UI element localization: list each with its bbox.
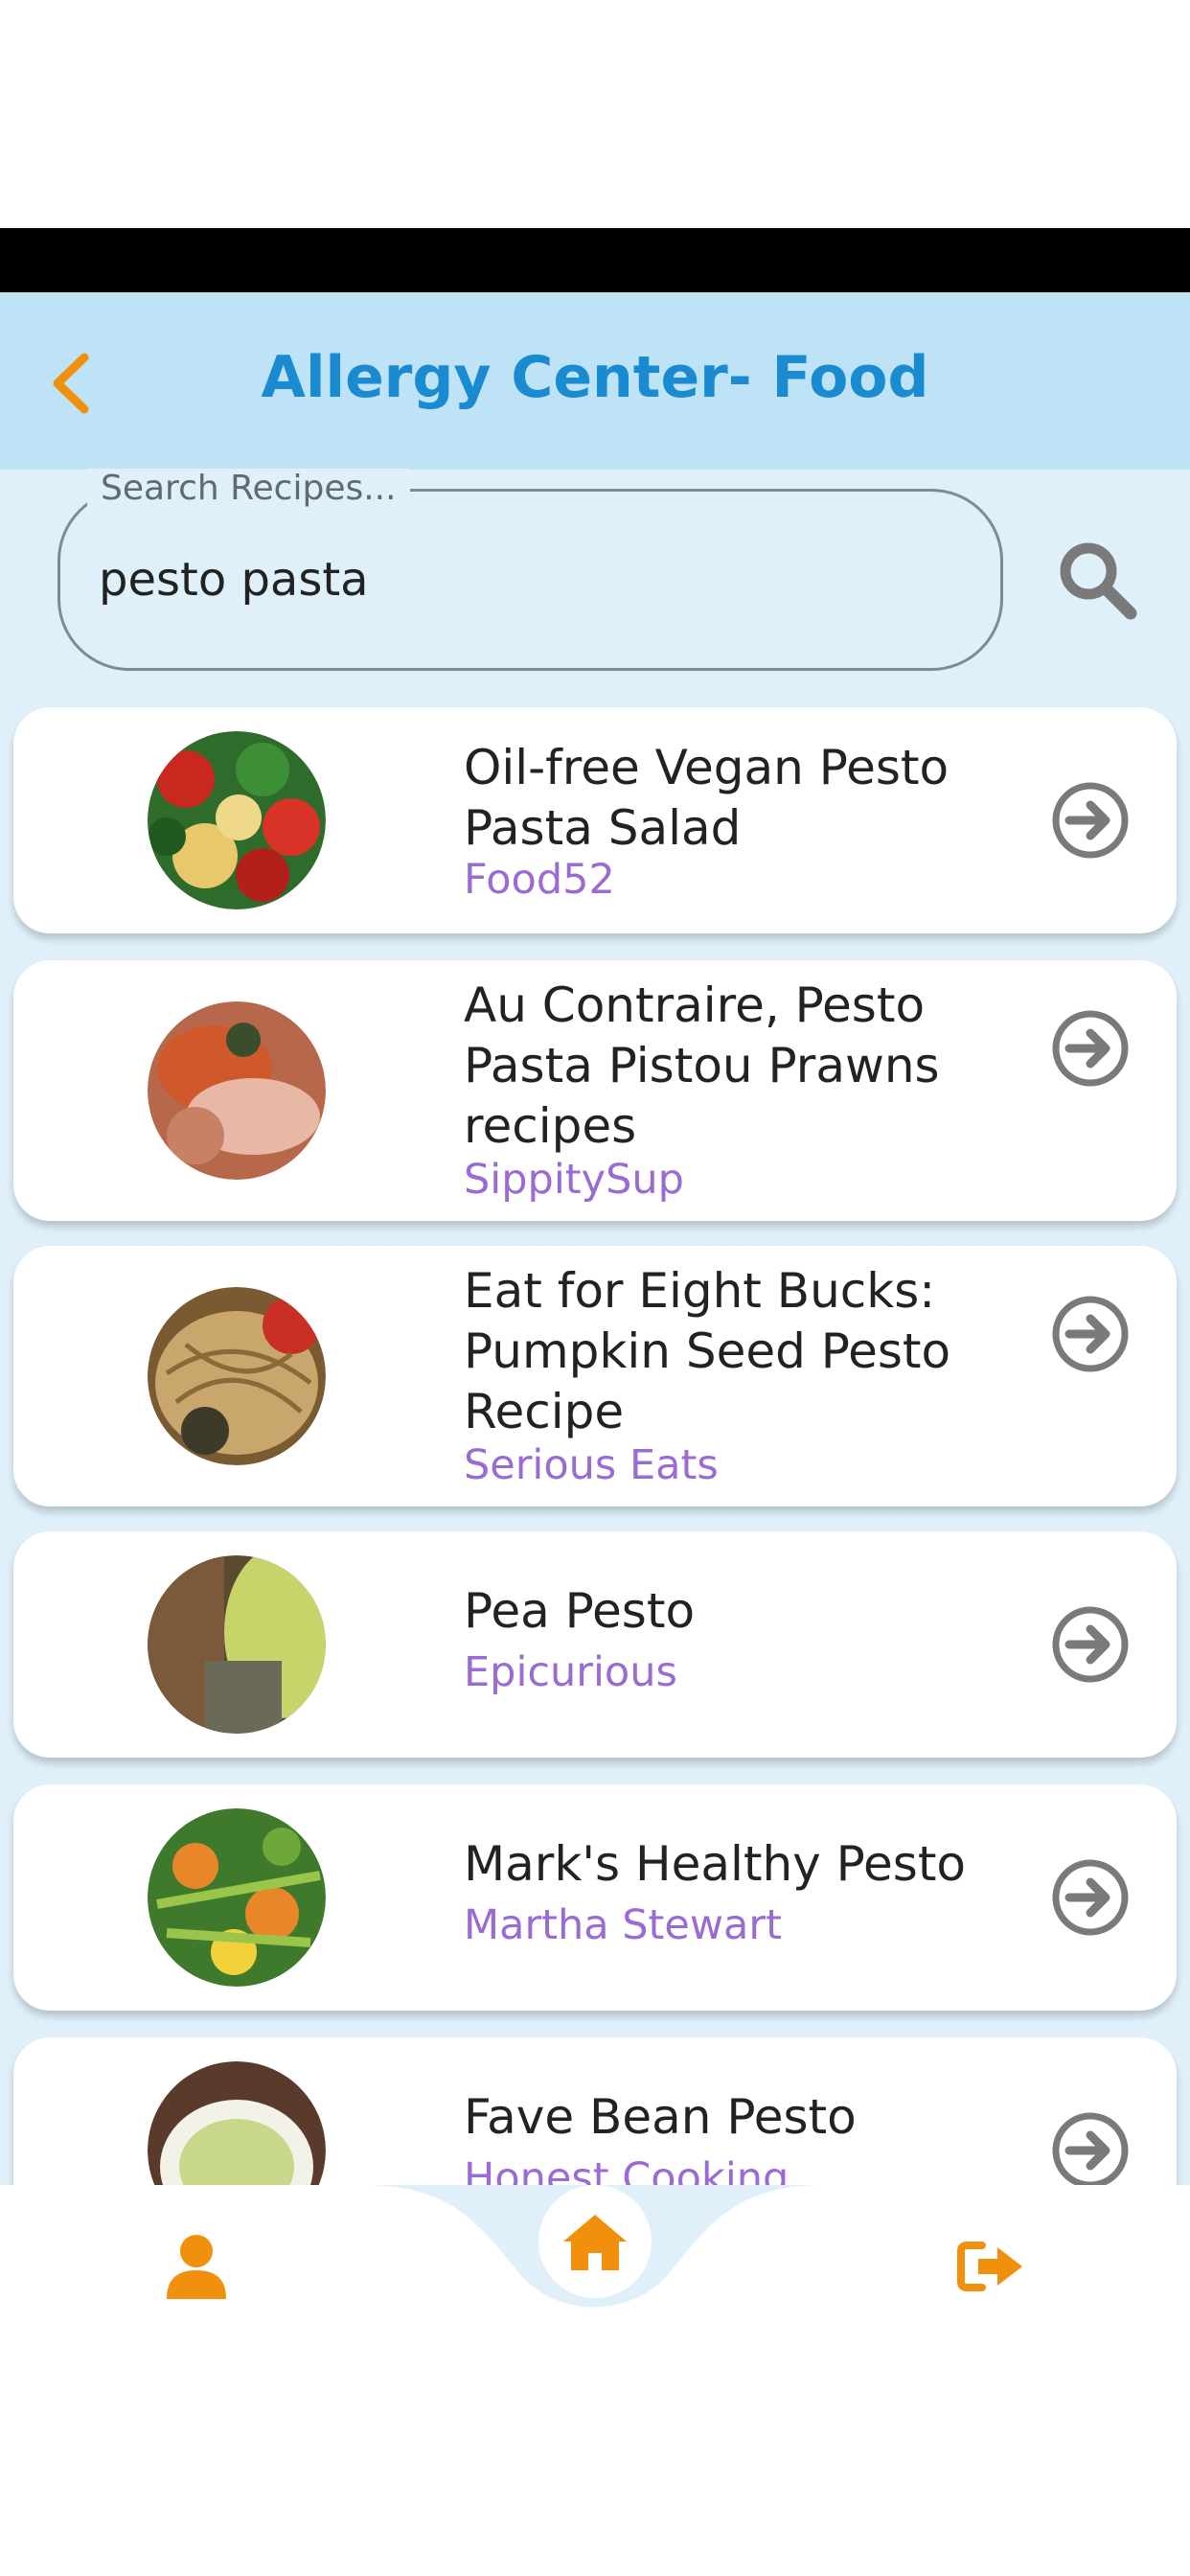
recipe-list[interactable]: Oil-free Vegan Pesto Pasta Salad Food52 A… [0, 692, 1190, 2185]
status-band [0, 228, 1190, 292]
recipe-title: Eat for Eight Bucks: Pumpkin Seed Pesto Re… [464, 1263, 951, 1439]
search-input[interactable]: Search Recipes... pesto pasta [57, 469, 1003, 671]
recipe-card[interactable]: Au Contraire, Pesto Pasta Pistou Prawns re… [13, 960, 1177, 1221]
magnifier-icon [1060, 542, 1137, 620]
recipe-card[interactable]: Mark's Healthy Pesto Martha Stewart [13, 1784, 1177, 2011]
user-icon [167, 2235, 226, 2299]
recipe-source: Honest Cooking [464, 2154, 790, 2185]
recipe-title: Mark's Healthy Pesto [464, 1836, 967, 1892]
search-label: Search Recipes... [87, 469, 410, 508]
home-button[interactable] [538, 2185, 652, 2298]
sign-out-icon [957, 2242, 1022, 2291]
recipe-source: Epicurious [464, 1648, 677, 1696]
recipe-source: SippitySup [464, 1156, 684, 1204]
recipe-thumbnail [148, 2061, 326, 2185]
app-bar: Allergy Center- Food [0, 292, 1190, 470]
recipe-title: Pea Pesto [464, 1583, 696, 1639]
search-bar: Search Recipes... pesto pasta [0, 469, 1190, 692]
search-value[interactable]: pesto pasta [99, 553, 369, 607]
page-title: Allergy Center- Food [261, 344, 929, 411]
search-button[interactable] [1044, 527, 1150, 632]
recipe-title: Fave Bean Pesto [464, 2089, 857, 2145]
profile-button[interactable] [153, 2223, 240, 2310]
recipe-thumbnail [148, 1287, 326, 1465]
recipe-title: Oil-free Vegan Pesto Pasta Salad [464, 740, 950, 856]
recipe-thumbnail [148, 1808, 326, 1987]
recipe-thumbnail [148, 1555, 326, 1734]
recipe-source: Serious Eats [464, 1441, 719, 1489]
recipe-card[interactable]: Oil-free Vegan Pesto Pasta Salad Food52 [13, 707, 1177, 933]
recipe-title: Au Contraire, Pesto Pasta Pistou Prawns re… [464, 978, 940, 1154]
arrow-circle-right-icon[interactable] [1048, 1855, 1133, 1940]
arrow-circle-right-icon[interactable] [1048, 1006, 1133, 1091]
bottom-navigation [0, 2185, 1190, 2576]
home-icon [563, 2215, 627, 2270]
arrow-circle-right-icon[interactable] [1048, 1292, 1133, 1376]
recipe-thumbnail [148, 1001, 326, 1180]
recipe-card[interactable]: Pea Pesto Epicurious [13, 1531, 1177, 1758]
recipe-thumbnail [148, 731, 326, 909]
arrow-circle-right-icon[interactable] [1048, 778, 1133, 862]
recipe-source: Food52 [464, 856, 615, 904]
recipe-card[interactable]: Fave Bean Pesto Honest Cooking [13, 2037, 1177, 2185]
arrow-circle-right-icon[interactable] [1048, 2108, 1133, 2185]
recipe-card[interactable]: Eat for Eight Bucks: Pumpkin Seed Pesto Re… [13, 1246, 1177, 1506]
logout-button[interactable] [949, 2223, 1035, 2310]
recipe-source: Martha Stewart [464, 1901, 782, 1949]
arrow-circle-right-icon[interactable] [1048, 1602, 1133, 1687]
